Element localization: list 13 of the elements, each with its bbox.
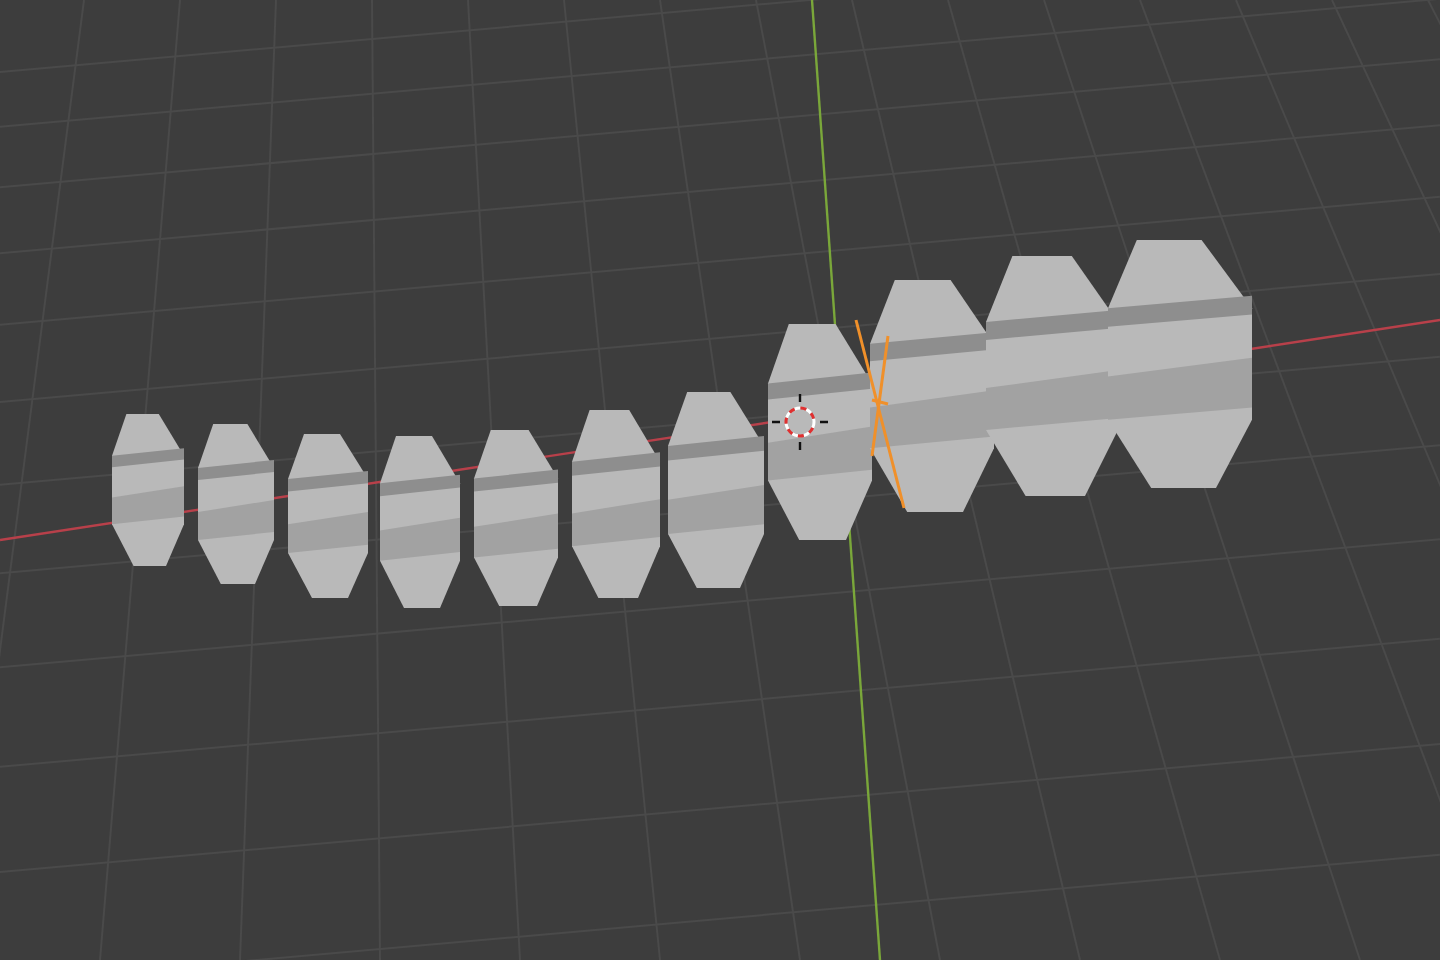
mesh-segment[interactable]	[198, 424, 274, 584]
mesh-segment[interactable]	[380, 436, 460, 608]
mesh-segment[interactable]	[474, 430, 558, 606]
mesh-segment[interactable]	[870, 280, 994, 512]
mesh-segment[interactable]	[288, 434, 368, 598]
thin-plate[interactable]	[854, 319, 906, 509]
mesh-segment[interactable]	[668, 392, 764, 588]
cursor-icon	[770, 392, 830, 452]
mesh-segment[interactable]	[112, 414, 184, 566]
mesh-segment[interactable]	[768, 324, 872, 540]
mesh-segment[interactable]	[986, 256, 1118, 496]
mesh-segment[interactable]	[1108, 240, 1252, 488]
mesh-segment[interactable]	[572, 410, 660, 598]
